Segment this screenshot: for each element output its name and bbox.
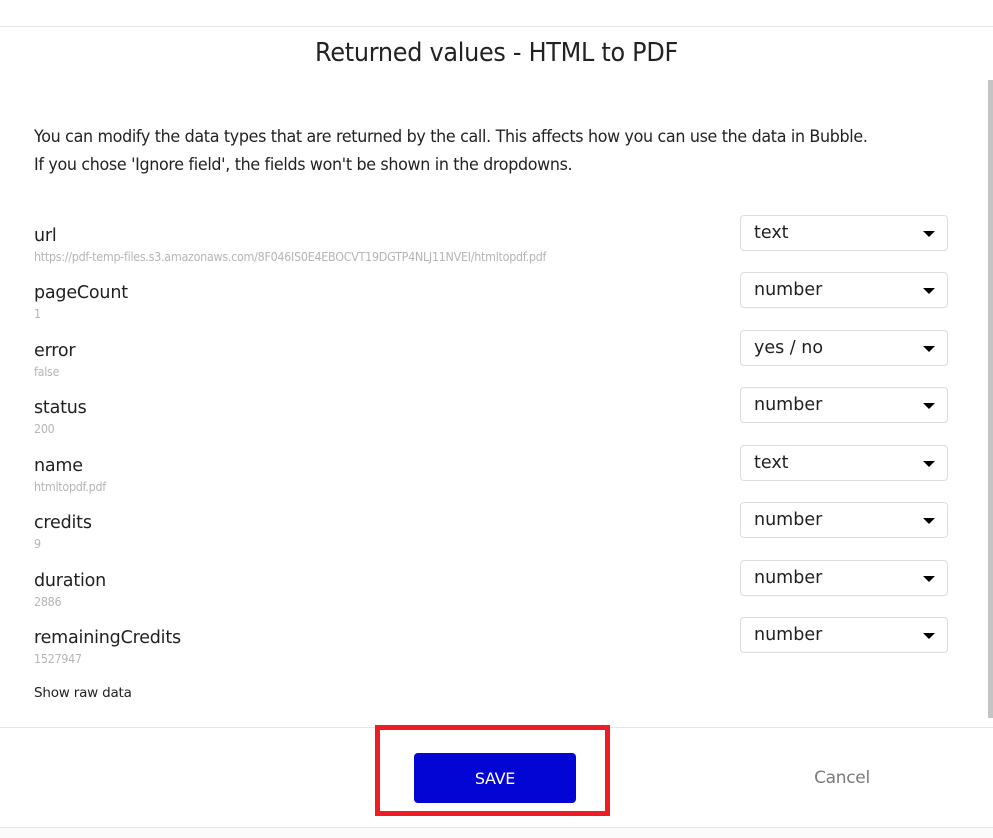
field-row-duration: duration 2886 number [0,560,993,619]
type-dropdown-name[interactable]: text [740,445,948,481]
show-raw-data-link[interactable]: Show raw data [34,685,132,701]
field-sample-value: 1527947 [34,652,82,666]
field-sample-value: htmltopdf.pdf [34,480,106,494]
field-row-url: url https://pdf-temp-files.s3.amazonaws.… [0,215,993,274]
field-name: duration [34,571,107,591]
dialog-description: You can modify the data types that are r… [34,127,868,175]
type-dropdown-url[interactable]: text [740,215,948,251]
caret-down-icon [923,518,935,524]
caret-down-icon [923,231,935,237]
dropdown-selected-value: number [754,510,823,530]
caret-down-icon [923,403,935,409]
dropdown-selected-value: number [754,395,823,415]
dropdown-selected-value: yes / no [754,338,824,358]
type-dropdown-credits[interactable]: number [740,502,948,538]
field-sample-value: 200 [34,422,55,436]
field-sample-value: 2886 [34,595,62,609]
field-name: error [34,341,76,361]
caret-down-icon [923,461,935,467]
field-row-error: error false yes / no [0,330,993,389]
caret-down-icon [923,346,935,352]
dropdown-selected-value: text [754,453,789,473]
top-divider [0,26,993,27]
type-dropdown-error[interactable]: yes / no [740,330,948,366]
footer-divider [0,727,993,728]
field-row-status: status 200 number [0,387,993,446]
field-sample-value: 1 [34,307,41,321]
type-dropdown-duration[interactable]: number [740,560,948,596]
field-sample-value: 9 [34,537,41,551]
field-name: name [34,456,83,476]
save-button[interactable]: SAVE [414,753,576,803]
field-name: credits [34,513,92,533]
caret-down-icon [923,288,935,294]
field-name: status [34,398,87,418]
type-dropdown-status[interactable]: number [740,387,948,423]
dropdown-selected-value: number [754,280,823,300]
dropdown-selected-value: number [754,625,823,645]
dropdown-selected-value: number [754,568,823,588]
field-row-name: name htmltopdf.pdf text [0,445,993,504]
field-name: remainingCredits [34,628,181,648]
dropdown-selected-value: text [754,223,789,243]
cancel-button[interactable]: Cancel [790,768,894,788]
type-dropdown-pagecount[interactable]: number [740,272,948,308]
footer-bottom-strip [0,827,993,838]
caret-down-icon [923,576,935,582]
dialog-title: Returned values - HTML to PDF [315,38,678,68]
caret-down-icon [923,633,935,639]
field-row-pagecount: pageCount 1 number [0,272,993,331]
field-row-credits: credits 9 number [0,502,993,561]
field-sample-value: https://pdf-temp-files.s3.amazonaws.com/… [34,250,547,264]
field-name: url [34,226,57,246]
type-dropdown-remainingcredits[interactable]: number [740,617,948,653]
field-sample-value: false [34,365,60,379]
field-row-remainingcredits: remainingCredits 1527947 number [0,617,993,676]
field-name: pageCount [34,283,128,303]
